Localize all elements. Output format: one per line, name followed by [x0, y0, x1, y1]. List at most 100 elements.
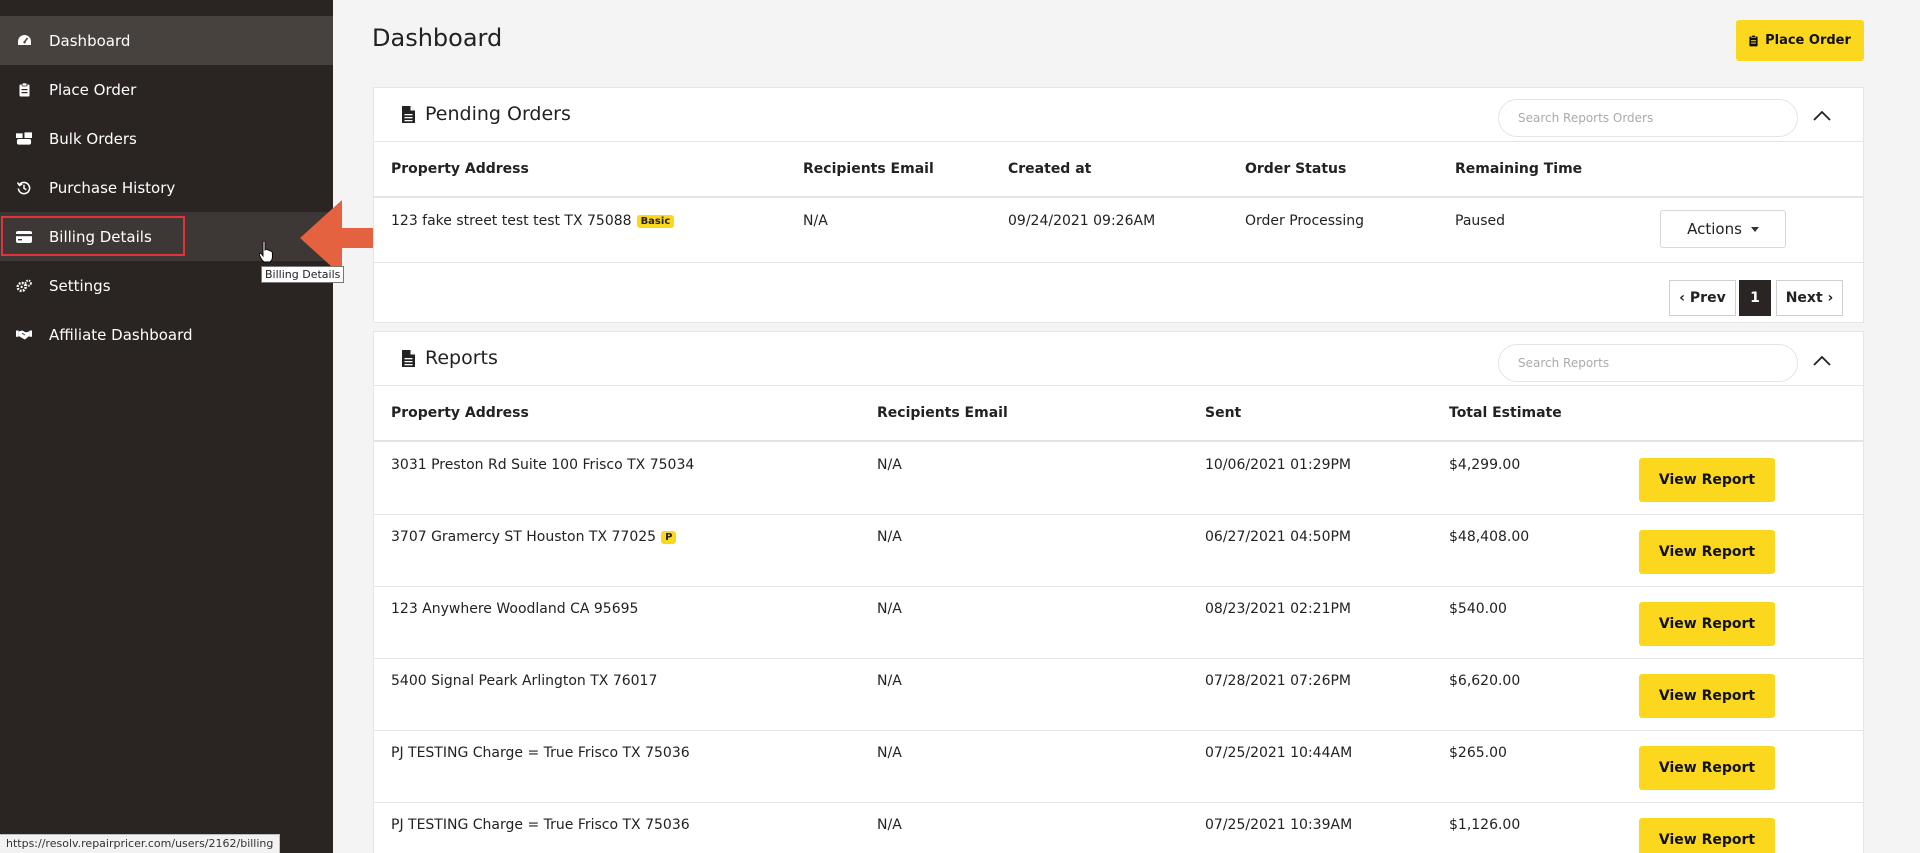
sidebar-item-bulk-orders[interactable]: Bulk Orders — [0, 114, 333, 163]
total-cell: $4,299.00 — [1449, 457, 1521, 473]
total-cell: $6,620.00 — [1449, 673, 1521, 689]
address-cell: PJ TESTING Charge = True Frisco TX 75036 — [391, 745, 690, 761]
column-header[interactable]: Sent — [1205, 405, 1241, 421]
view-report-button[interactable]: View Report — [1639, 746, 1775, 790]
column-header[interactable]: Property Address — [391, 405, 529, 421]
reports-search-input[interactable] — [1498, 344, 1798, 382]
sent-cell: 07/25/2021 10:44AM — [1205, 745, 1353, 761]
view-report-button[interactable]: View Report — [1639, 818, 1775, 853]
clipboard-icon — [1749, 34, 1758, 47]
caret-down-icon — [1750, 226, 1759, 232]
email-cell: N/A — [877, 745, 902, 761]
reports-panel: Reports Property Address Recipients Emai… — [373, 331, 1864, 853]
address-text: 123 Anywhere Woodland CA 95695 — [391, 601, 639, 617]
address-text: 5400 Signal Peark Arlington TX 76017 — [391, 673, 658, 689]
pagination-prev[interactable]: ‹ Prev — [1669, 280, 1736, 316]
address-cell: PJ TESTING Charge = True Frisco TX 75036 — [391, 817, 690, 833]
pending-orders-search-input[interactable] — [1498, 99, 1798, 137]
tooltip: Billing Details — [261, 266, 345, 283]
sidebar-item-dashboard[interactable]: Dashboard — [0, 16, 333, 65]
view-report-button[interactable]: View Report — [1639, 530, 1775, 574]
credit-card-icon — [16, 230, 32, 244]
address-cell: 3707 Gramercy ST Houston TX 77025 P — [391, 529, 677, 545]
pending-orders-title: Pending Orders — [425, 103, 571, 125]
address-cell: 123 Anywhere Woodland CA 95695 — [391, 601, 638, 617]
header-divider — [374, 440, 1863, 442]
email-cell: N/A — [877, 457, 902, 473]
boxes-icon — [16, 132, 32, 146]
address-cell: 5400 Signal Peark Arlington TX 76017 — [391, 673, 657, 689]
sidebar-item-label: Affiliate Dashboard — [49, 325, 193, 344]
remaining-cell: Paused — [1455, 213, 1506, 229]
sent-cell: 07/28/2021 07:26PM — [1205, 673, 1352, 689]
sent-cell: 06/27/2021 04:50PM — [1205, 529, 1352, 545]
status-cell: Order Processing — [1245, 213, 1364, 229]
total-cell: $48,408.00 — [1449, 529, 1530, 545]
reports-title: Reports — [425, 347, 498, 369]
sidebar: Dashboard Place Order Bulk Orders Purcha… — [0, 0, 333, 853]
row-divider — [374, 586, 1863, 587]
address-cell: 3031 Preston Rd Suite 100 Frisco TX 7503… — [391, 457, 694, 473]
sidebar-item-label: Bulk Orders — [49, 129, 137, 148]
address-text: 123 fake street test test TX 75088 — [391, 213, 632, 229]
sidebar-item-label: Billing Details — [49, 227, 152, 246]
place-order-label: Place Order — [1765, 33, 1851, 48]
view-report-button[interactable]: View Report — [1639, 458, 1775, 502]
plan-badge: Basic — [636, 214, 675, 228]
row-divider — [374, 262, 1863, 263]
page-title: Dashboard — [372, 24, 503, 52]
address-text: 3707 Gramercy ST Houston TX 77025 — [391, 529, 657, 545]
column-header[interactable]: Remaining Time — [1455, 161, 1582, 177]
sidebar-item-place-order[interactable]: Place Order — [0, 65, 333, 114]
plan-badge: P — [661, 530, 677, 544]
handshake-icon — [16, 328, 32, 342]
column-header[interactable]: Order Status — [1245, 161, 1346, 177]
total-cell: $540.00 — [1449, 601, 1507, 617]
address-cell: 123 fake street test test TX 75088 Basic — [391, 213, 675, 229]
email-cell: N/A — [803, 213, 828, 229]
document-icon — [402, 105, 415, 123]
panel-header: Reports — [374, 332, 1863, 386]
row-divider — [374, 802, 1863, 803]
sidebar-item-label: Settings — [49, 276, 111, 295]
email-cell: N/A — [877, 673, 902, 689]
sent-cell: 07/25/2021 10:39AM — [1205, 817, 1353, 833]
sidebar-item-affiliate-dashboard[interactable]: Affiliate Dashboard — [0, 310, 333, 359]
sent-cell: 10/06/2021 01:29PM — [1205, 457, 1352, 473]
cogs-icon — [16, 279, 32, 293]
address-text: PJ TESTING Charge = True Frisco TX 75036 — [391, 745, 690, 761]
row-divider — [374, 514, 1863, 515]
view-report-button[interactable]: View Report — [1639, 674, 1775, 718]
panel-title: Pending Orders — [402, 103, 571, 125]
history-icon — [16, 181, 32, 195]
total-cell: $1,126.00 — [1449, 817, 1521, 833]
created-cell: 09/24/2021 09:26AM — [1008, 213, 1156, 229]
sidebar-item-purchase-history[interactable]: Purchase History — [0, 163, 333, 212]
pending-orders-panel: Pending Orders Property Address Recipien… — [373, 87, 1864, 323]
header-divider — [374, 196, 1863, 198]
pagination-next[interactable]: Next › — [1776, 280, 1843, 316]
gauge-icon — [16, 34, 32, 48]
address-text: PJ TESTING Charge = True Frisco TX 75036 — [391, 817, 690, 833]
hand-cursor-icon — [259, 241, 273, 263]
view-report-button[interactable]: View Report — [1639, 602, 1775, 646]
column-header[interactable]: Created at — [1008, 161, 1091, 177]
total-cell: $265.00 — [1449, 745, 1507, 761]
collapse-chevron-up-icon[interactable] — [1810, 106, 1834, 126]
actions-dropdown-button[interactable]: Actions — [1660, 210, 1786, 248]
place-order-button[interactable]: Place Order — [1736, 20, 1864, 61]
document-icon — [402, 349, 415, 367]
email-cell: N/A — [877, 817, 902, 833]
status-bar-url: https://resolv.repairpricer.com/users/21… — [0, 834, 281, 853]
column-header[interactable]: Recipients Email — [803, 161, 934, 177]
actions-label: Actions — [1687, 220, 1742, 238]
collapse-chevron-up-icon[interactable] — [1810, 351, 1834, 371]
column-header[interactable]: Recipients Email — [877, 405, 1008, 421]
address-text: 3031 Preston Rd Suite 100 Frisco TX 7503… — [391, 457, 695, 473]
pagination-page-1[interactable]: 1 — [1739, 280, 1771, 316]
sidebar-item-label: Place Order — [49, 80, 137, 99]
column-header[interactable]: Property Address — [391, 161, 529, 177]
column-header[interactable]: Total Estimate — [1449, 405, 1562, 421]
sidebar-item-billing-details[interactable]: Billing Details — [0, 212, 333, 261]
sidebar-item-label: Dashboard — [49, 31, 131, 50]
